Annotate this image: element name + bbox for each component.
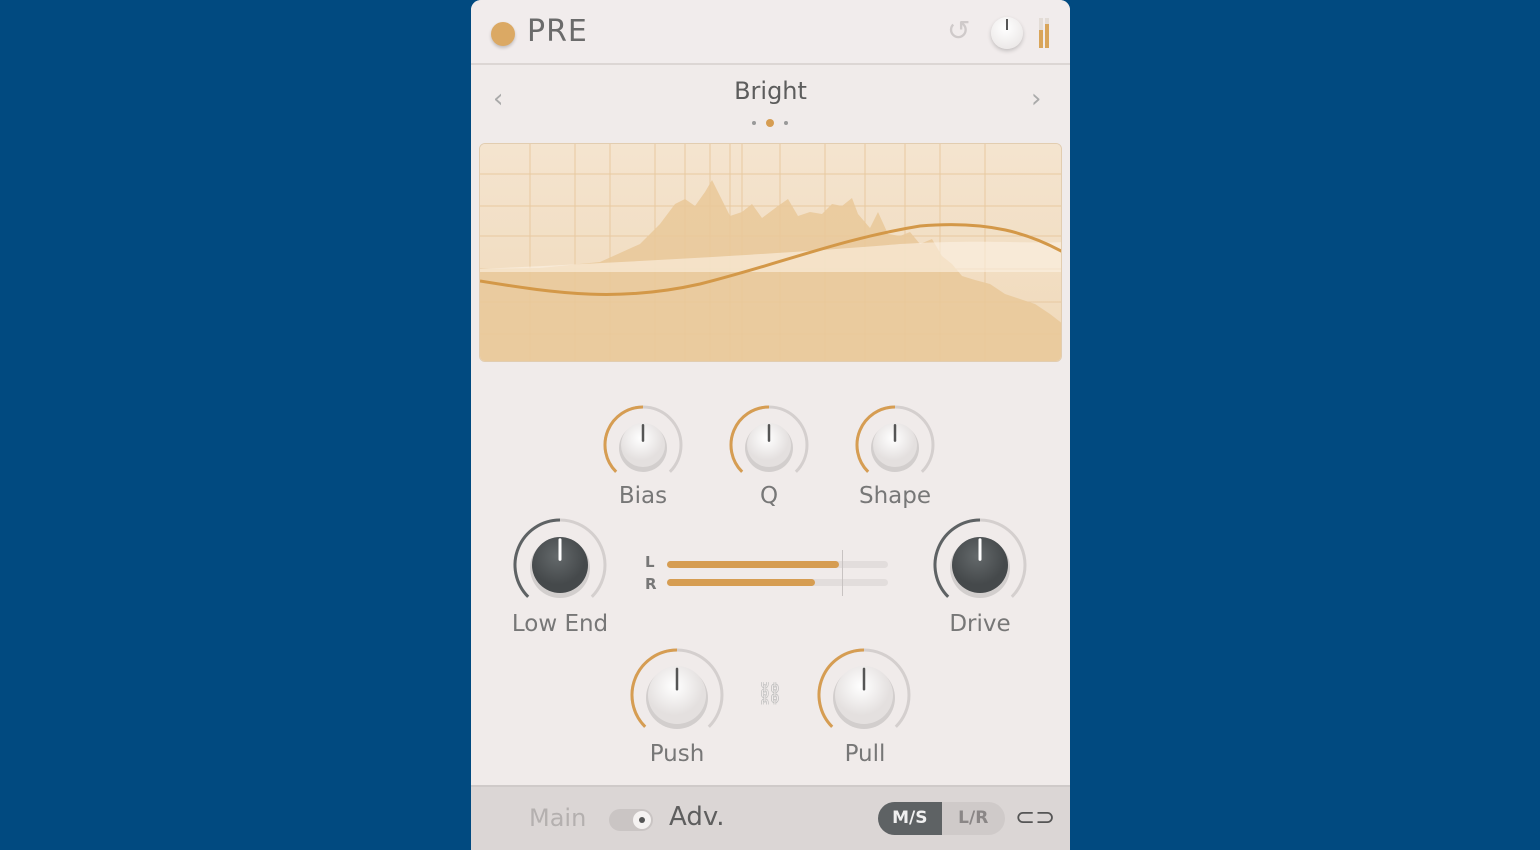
- push-label: Push: [649, 741, 705, 767]
- adv-view-label[interactable]: Adv.: [669, 802, 724, 832]
- meter-l-fill: [667, 561, 840, 568]
- meter-l-label: L: [645, 553, 655, 571]
- main-view-label[interactable]: Main: [529, 804, 586, 832]
- link-icon[interactable]: ⊂⊃: [1015, 803, 1055, 831]
- meter-r-bar: [667, 579, 888, 586]
- meter-l-bar: [667, 561, 888, 568]
- drive-label: Drive: [949, 611, 1011, 637]
- drive-knob[interactable]: [933, 518, 1027, 598]
- plugin-panel: PRE ↺ ‹ Bright › Bias Q Shape Low End Dr…: [471, 0, 1070, 850]
- q-knob[interactable]: [729, 405, 809, 473]
- knobs-layer: [513, 405, 1027, 729]
- shape-label: Shape: [858, 483, 932, 509]
- main-adv-toggle[interactable]: [609, 809, 653, 831]
- push-knob[interactable]: [630, 648, 724, 729]
- shape-knob[interactable]: [855, 405, 935, 473]
- lr-mode-button[interactable]: L/R: [942, 802, 1006, 835]
- pull-knob[interactable]: [817, 648, 911, 729]
- footer: Main Adv. M/S L/R ⊂⊃: [471, 785, 1070, 850]
- low-end-knob[interactable]: [513, 518, 607, 598]
- pull-label: Pull: [844, 741, 886, 767]
- ms-mode-button[interactable]: M/S: [878, 802, 942, 835]
- meter-r-fill: [667, 579, 816, 586]
- low-end-label: Low End: [511, 611, 609, 637]
- meter-r-label: R: [645, 575, 657, 593]
- meter-threshold-marker[interactable]: [841, 550, 843, 596]
- stereo-mode-selector: M/S L/R: [878, 802, 1005, 835]
- unlink-icon[interactable]: ⛓: [756, 682, 784, 707]
- bias-knob[interactable]: [603, 405, 683, 473]
